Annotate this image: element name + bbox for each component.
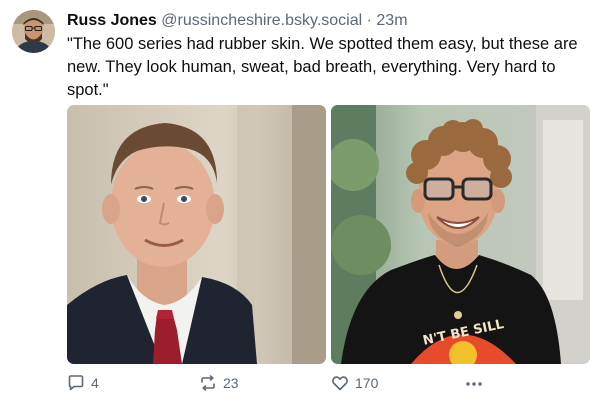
like-button[interactable]: 170 bbox=[331, 374, 378, 392]
photo-man-curly-hair-glasses-black-tshirt-icon: N'T BE SILL bbox=[331, 105, 590, 364]
reply-icon bbox=[68, 375, 84, 391]
reply-count: 4 bbox=[91, 375, 99, 391]
post-text-line: new. They look human, sweat, bad breath,… bbox=[67, 58, 556, 76]
post-timestamp[interactable]: 23m bbox=[376, 12, 407, 29]
post-text-line: "The 600 series had rubber skin. We spot… bbox=[67, 35, 578, 53]
author-handle[interactable]: @russincheshire.bsky.social bbox=[161, 12, 362, 29]
post-image-2[interactable]: N'T BE SILL bbox=[331, 105, 590, 364]
post-text: "The 600 series had rubber skin. We spot… bbox=[67, 33, 587, 102]
post-image-1[interactable] bbox=[67, 105, 326, 364]
reply-button[interactable]: 4 bbox=[67, 374, 99, 392]
post-header: Russ Jones @russincheshire.bsky.social ·… bbox=[67, 10, 408, 32]
header-separator: · bbox=[366, 12, 372, 29]
post-text-line: spot." bbox=[67, 81, 109, 99]
photo-man-suit-red-tie-icon bbox=[67, 105, 326, 364]
avatar[interactable] bbox=[12, 10, 55, 53]
more-options-button[interactable] bbox=[464, 376, 484, 392]
repost-button[interactable]: 23 bbox=[199, 374, 239, 392]
avatar-image bbox=[12, 10, 55, 53]
repost-count: 23 bbox=[223, 375, 239, 391]
more-options-icon bbox=[466, 382, 482, 386]
repost-icon bbox=[201, 375, 215, 391]
post-actions: 4 23 170 bbox=[67, 374, 487, 394]
post-media: N'T BE SILL bbox=[67, 105, 590, 364]
heart-icon bbox=[332, 376, 348, 391]
like-count: 170 bbox=[355, 375, 379, 391]
author-display-name[interactable]: Russ Jones bbox=[67, 12, 157, 29]
